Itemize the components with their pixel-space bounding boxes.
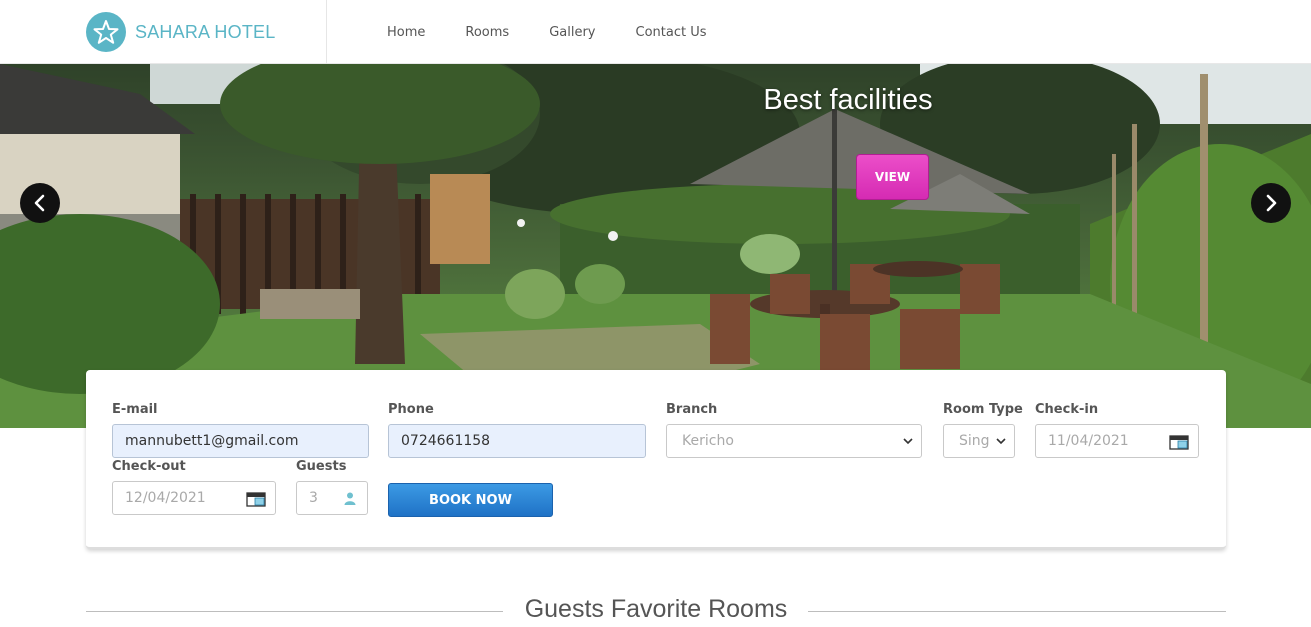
view-button[interactable]: VIEW xyxy=(856,154,929,200)
book-now-button[interactable]: BOOK NOW xyxy=(388,483,553,517)
phone-label: Phone xyxy=(388,402,434,417)
email-field[interactable]: mannubett1@gmail.com xyxy=(112,424,369,458)
room-type-select[interactable]: Sing xyxy=(943,424,1015,458)
chevron-down-icon xyxy=(903,438,913,445)
checkin-field[interactable]: 11/04/2021 xyxy=(1035,424,1199,458)
checkin-value: 11/04/2021 xyxy=(1048,433,1129,449)
phone-value: 0724661158 xyxy=(401,433,491,449)
guests-label: Guests xyxy=(296,459,347,474)
room-type-label: Room Type xyxy=(943,402,1023,417)
nav-links: Home Rooms Gallery Contact Us xyxy=(387,0,707,64)
email-value: mannubett1@gmail.com xyxy=(125,433,299,449)
guests-field[interactable]: 3 xyxy=(296,481,368,515)
booking-form: E-mail Phone Branch Room Type Check-in m… xyxy=(86,370,1226,549)
checkout-label: Check-out xyxy=(112,459,186,474)
branch-select[interactable]: Kericho xyxy=(666,424,922,458)
nav-rooms[interactable]: Rooms xyxy=(465,25,509,40)
email-label: E-mail xyxy=(112,402,158,417)
nav-contact-us[interactable]: Contact Us xyxy=(636,25,707,40)
chevron-left-icon xyxy=(34,194,45,212)
section-heading: Guests Favorite Rooms xyxy=(86,595,1226,627)
checkin-label: Check-in xyxy=(1035,402,1099,417)
carousel-next-button[interactable] xyxy=(1251,183,1291,223)
nav-divider xyxy=(326,0,327,64)
top-navbar: SAHARA HOTEL Home Rooms Gallery Contact … xyxy=(0,0,1311,64)
chevron-down-icon xyxy=(996,438,1006,445)
brand[interactable]: SAHARA HOTEL xyxy=(86,11,275,53)
guests-value: 3 xyxy=(309,490,318,506)
star-icon xyxy=(86,12,126,52)
calendar-icon[interactable] xyxy=(1169,434,1189,450)
user-icon xyxy=(344,492,356,505)
branch-label: Branch xyxy=(666,402,718,417)
hero-title: Best facilities xyxy=(763,84,933,116)
chevron-right-icon xyxy=(1266,194,1277,212)
branch-value: Kericho xyxy=(682,433,734,449)
room-type-value: Sing xyxy=(959,433,990,449)
calendar-icon[interactable] xyxy=(246,491,266,507)
brand-name: SAHARA HOTEL xyxy=(135,21,276,42)
phone-field[interactable]: 0724661158 xyxy=(388,424,646,458)
checkout-field[interactable]: 12/04/2021 xyxy=(112,481,276,515)
section-title: Guests Favorite Rooms xyxy=(524,595,788,623)
nav-home[interactable]: Home xyxy=(387,25,425,40)
nav-gallery[interactable]: Gallery xyxy=(549,25,595,40)
carousel-prev-button[interactable] xyxy=(20,183,60,223)
checkout-value: 12/04/2021 xyxy=(125,490,206,506)
